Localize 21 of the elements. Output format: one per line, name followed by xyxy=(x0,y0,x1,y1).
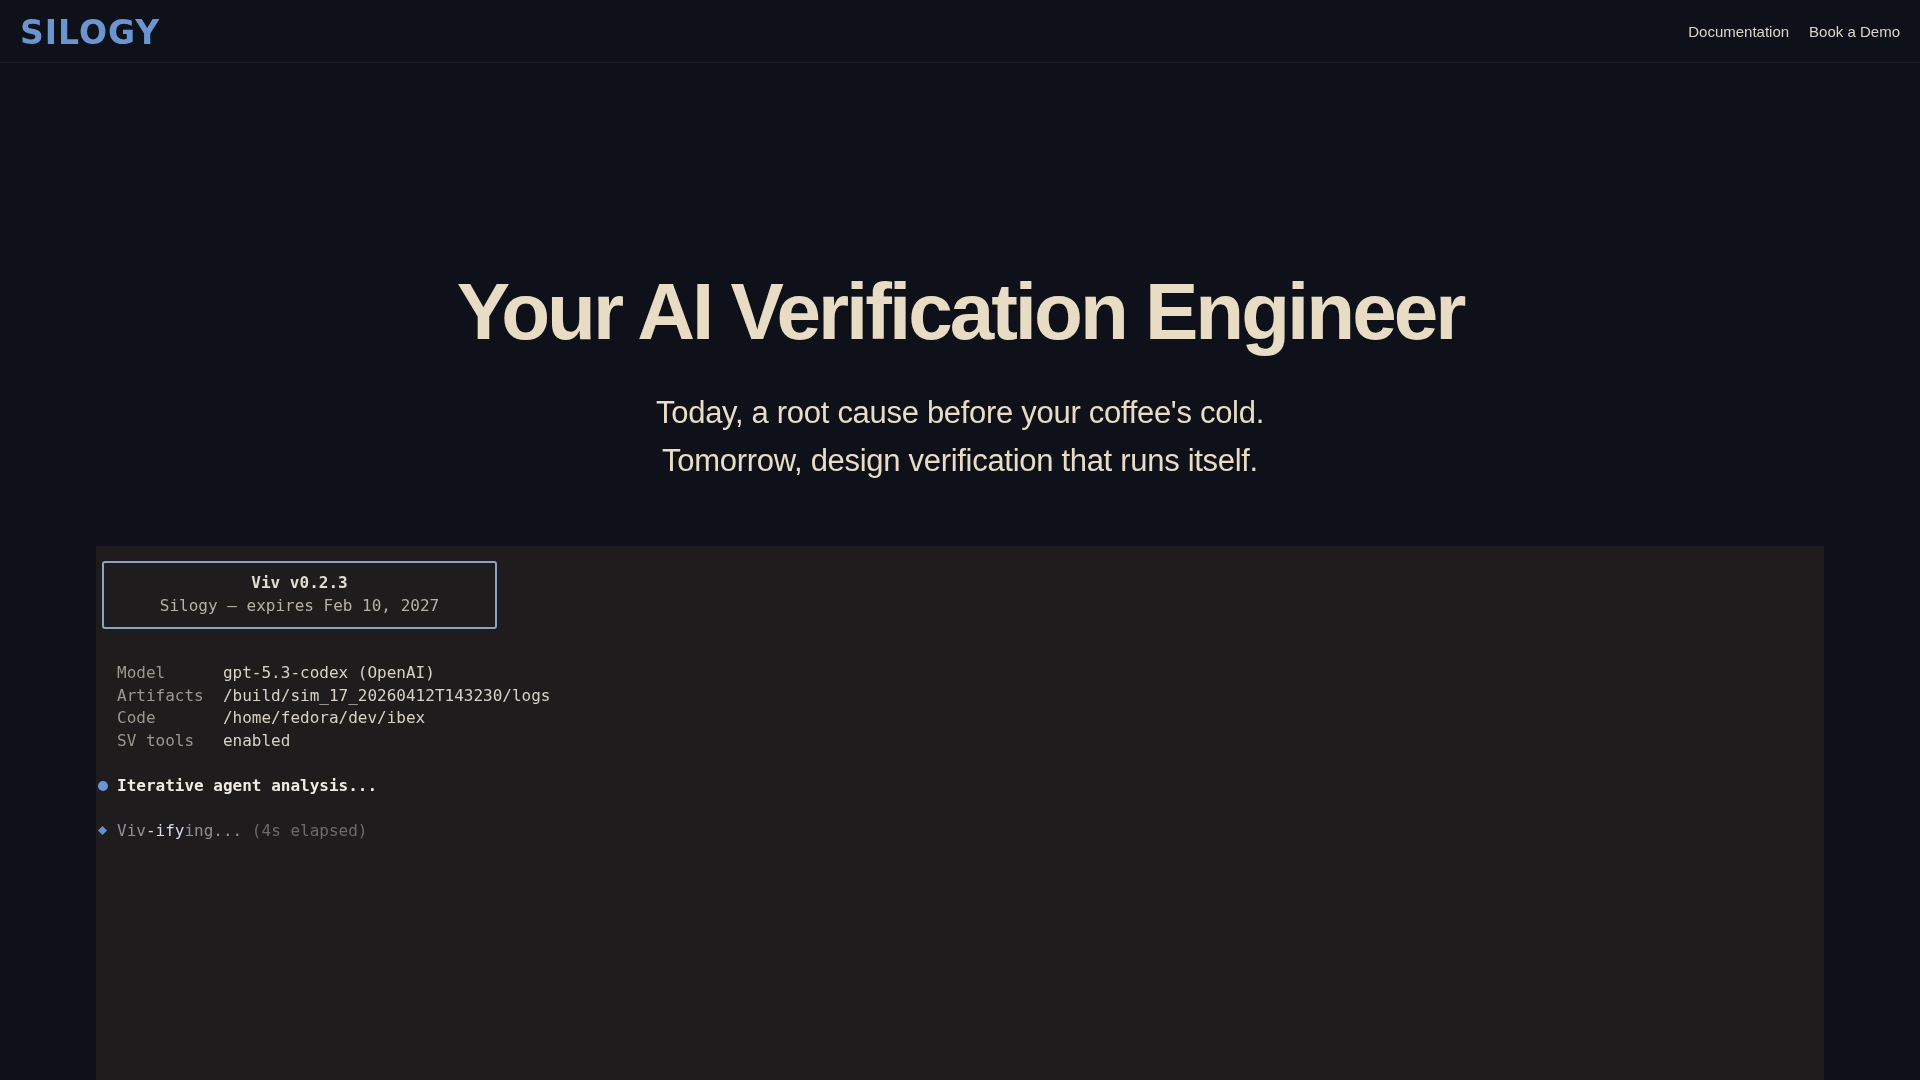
tagline: Today, a root cause before your coffee's cold. xyxy=(656,394,1264,432)
info-label: Artifacts xyxy=(117,684,205,707)
info-label: Model xyxy=(117,662,167,684)
nav-link[interactable]: Book a Demo xyxy=(1809,22,1900,40)
info-label: SV tools xyxy=(117,729,196,752)
info-value: enabled xyxy=(222,729,291,752)
banner-subtitle: Silogy — expires Feb 10, 2027 xyxy=(159,594,440,617)
hero-title: Your AI Verification Engineer xyxy=(456,268,1464,356)
info-label: Code xyxy=(117,707,157,729)
diamond-icon xyxy=(98,826,107,836)
status-dot-icon xyxy=(98,780,108,791)
status-text: Iterative agent analysis... xyxy=(117,774,378,797)
progress-text: Viv-ifying... xyxy=(117,819,243,842)
info-value: /home/fedora/dev/ibex xyxy=(222,707,426,729)
info-value: gpt-5.3-codex (OpenAI) xyxy=(222,662,435,684)
info-value: /build/sim_17_20260412T143230/logs xyxy=(222,684,551,707)
nav-link[interactable]: Documentation xyxy=(1688,22,1790,40)
elapsed-time: (4s elapsed) xyxy=(250,819,368,842)
site-logo[interactable]: SILOGY xyxy=(20,15,161,49)
tagline: Tomorrow, design verification that runs itself. xyxy=(662,442,1258,480)
banner-title: Viv v0.2.3 xyxy=(251,572,348,594)
